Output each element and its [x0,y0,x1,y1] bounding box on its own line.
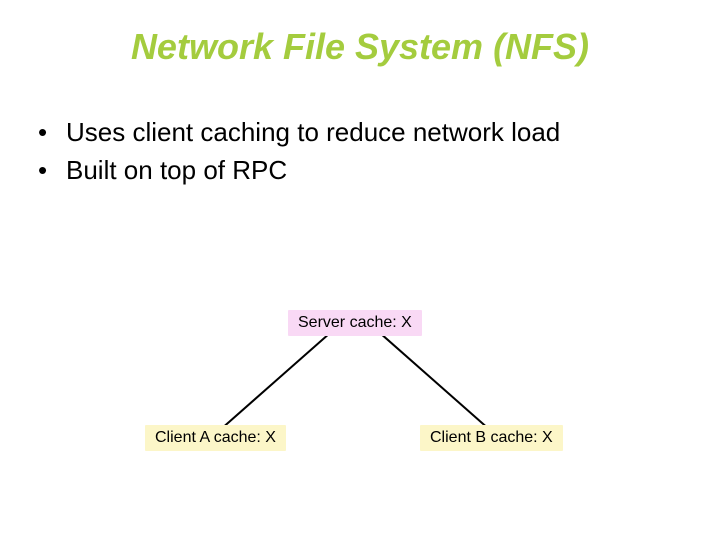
bullet-list: • Uses client caching to reduce network … [38,114,690,189]
bullet-dot-icon: • [38,114,66,152]
client-b-cache-node: Client B cache: X [420,425,563,451]
client-a-cache-node: Client A cache: X [145,425,286,451]
slide: Network File System (NFS) • Uses client … [0,0,720,540]
bullet-text: Built on top of RPC [66,152,287,190]
bullet-text: Uses client caching to reduce network lo… [66,114,560,152]
bullet-dot-icon: • [38,152,66,190]
line-server-to-client-a [220,333,330,430]
bullet-item: • Uses client caching to reduce network … [38,114,690,152]
bullet-item: • Built on top of RPC [38,152,690,190]
server-cache-node: Server cache: X [288,310,422,336]
slide-title: Network File System (NFS) [0,26,720,68]
cache-diagram: Server cache: X Client A cache: X Client… [0,280,720,500]
line-server-to-client-b [380,333,490,430]
